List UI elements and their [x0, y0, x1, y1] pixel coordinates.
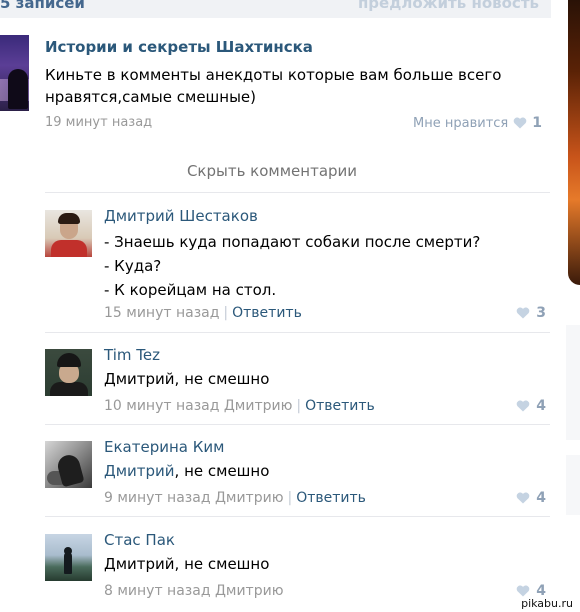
divider: [45, 516, 550, 517]
reply-link[interactable]: Ответить: [305, 398, 375, 414]
comment-time[interactable]: 8 минут назад: [104, 583, 211, 599]
wall-header: 5 записей предложить новость: [0, 0, 551, 18]
reply-to-name[interactable]: Дмитрию: [215, 583, 284, 599]
comment-item: Екатерина Ким Дмитрий, не смешно 9 минут…: [45, 438, 550, 511]
avatar-figure: [64, 552, 72, 574]
comment-like-button[interactable]: 4: [516, 398, 546, 414]
comment-line: - Куда?: [104, 257, 162, 275]
commenter-name[interactable]: Tim Tez: [104, 346, 160, 364]
sidebar-image-fragment: [568, 0, 580, 285]
comment-time[interactable]: 15 минут назад: [104, 305, 219, 321]
like-count: 4: [536, 490, 546, 506]
post-author-avatar[interactable]: [0, 35, 29, 111]
like-count: 1: [532, 115, 542, 131]
divider: [45, 424, 550, 425]
commenter-avatar[interactable]: [45, 210, 92, 257]
commenter-name[interactable]: Екатерина Ким: [104, 438, 224, 456]
reply-link[interactable]: Ответить: [232, 305, 302, 321]
comment-text: Дмитрий, не смешно: [104, 555, 270, 573]
comment-line: - К корейцам на стол.: [104, 281, 277, 299]
commenter-name[interactable]: Стас Пак: [104, 531, 175, 549]
comment-like-button[interactable]: 3: [516, 305, 546, 321]
comment-text: - Знаешь куда попадают собаки после смер…: [104, 230, 544, 302]
like-count: 3: [536, 305, 546, 321]
comment-meta: 10 минут назад Дмитрию | Ответить: [104, 398, 375, 414]
sidebar-panel-fragment: [566, 455, 580, 515]
post-timestamp[interactable]: 19 минут назад: [45, 115, 152, 130]
comment-meta: 15 минут назад | Ответить: [104, 305, 302, 321]
separator: |: [223, 305, 229, 321]
heart-icon: [516, 492, 530, 504]
post-text: Киньте в комменты анекдоты которые вам б…: [45, 66, 502, 106]
comment-item: Стас Пак Дмитрий, не смешно 8 минут наза…: [45, 531, 550, 604]
records-count: 5 записей: [0, 0, 85, 12]
comment-text: Дмитрий, не смешно: [104, 459, 544, 483]
separator: |: [287, 490, 293, 506]
comment-item: Tim Tez Дмитрий, не смешно 10 минут наза…: [45, 346, 550, 419]
sidebar-panel-fragment: [566, 325, 580, 440]
divider: [45, 332, 550, 333]
reply-to-name[interactable]: Дмитрию: [215, 490, 284, 506]
comment-like-button[interactable]: 4: [516, 490, 546, 506]
commenter-avatar[interactable]: [45, 441, 92, 488]
reply-link[interactable]: Ответить: [296, 490, 366, 506]
hide-comments-label: Скрыть комментарии: [186, 162, 358, 180]
like-label: Мне нравится: [413, 115, 509, 131]
reply-to-name[interactable]: Дмитрию: [224, 398, 293, 414]
post-like-button[interactable]: Мне нравится 1: [413, 115, 542, 131]
heart-icon: [513, 117, 527, 129]
avatar-silhouette: [8, 69, 28, 109]
avatar-shirt: [51, 240, 87, 257]
comment-time[interactable]: 9 минут назад: [104, 490, 211, 506]
heart-icon: [516, 400, 530, 412]
avatar-hat: [57, 353, 81, 367]
separator: |: [296, 398, 302, 414]
comment-time[interactable]: 10 минут назад: [104, 398, 219, 414]
suggest-news-link[interactable]: предложить новость: [358, 0, 539, 12]
comment-text: Дмитрий, не смешно: [104, 370, 270, 388]
avatar-shirt: [50, 382, 88, 396]
like-count: 4: [536, 398, 546, 414]
comment-line: - Знаешь куда попадают собаки после смер…: [104, 233, 481, 251]
heart-icon: [516, 307, 530, 319]
divider: [45, 192, 550, 193]
commenter-avatar[interactable]: [45, 534, 92, 581]
avatar-hair: [58, 213, 80, 224]
comment-item: Дмитрий Шестаков - Знаешь куда попадают …: [45, 207, 550, 325]
comment-meta: 8 минут назад Дмитрию: [104, 583, 283, 599]
post-author-name[interactable]: Истории и секреты Шахтинска: [45, 38, 313, 56]
addressee-link[interactable]: Дмитрий: [104, 462, 175, 480]
comment-meta: 9 минут назад Дмитрию | Ответить: [104, 490, 366, 506]
hide-comments-link[interactable]: Скрыть комментарии: [0, 162, 580, 180]
commenter-name[interactable]: Дмитрий Шестаков: [104, 207, 258, 225]
commenter-avatar[interactable]: [45, 349, 92, 396]
comment-body: , не смешно: [174, 462, 270, 480]
heart-icon: [516, 585, 530, 597]
watermark: pikabu.ru: [518, 597, 576, 610]
